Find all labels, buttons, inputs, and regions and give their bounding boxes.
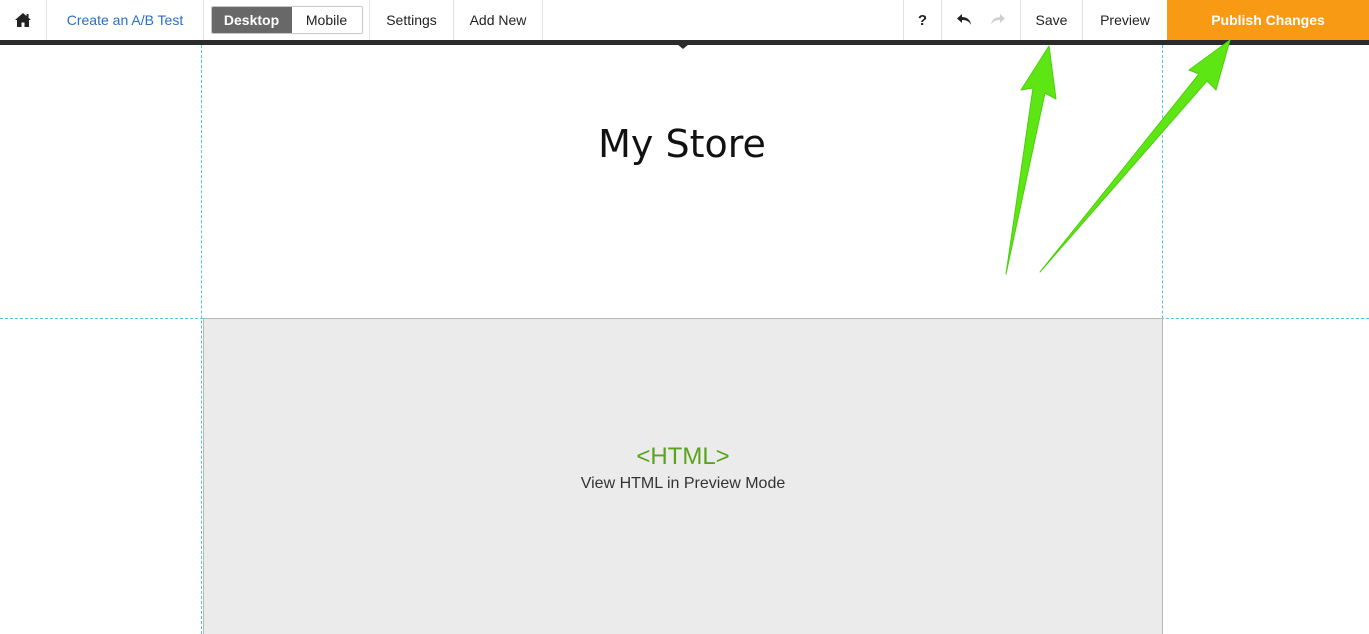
html-block[interactable]: <HTML> View HTML in Preview Mode <box>203 318 1163 634</box>
device-toggle-group: Desktop Mobile <box>204 0 370 40</box>
undo-redo-group <box>942 0 1021 40</box>
preview-label: Preview <box>1100 12 1150 28</box>
undo-icon <box>957 14 971 25</box>
html-block-caption: View HTML in Preview Mode <box>580 475 786 492</box>
desktop-toggle-label: Desktop <box>223 12 280 28</box>
toolbar-notch-indicator <box>677 44 689 49</box>
store-title[interactable]: My Store <box>202 122 1162 166</box>
toolbar-left-group: Create an A/B Test Desktop Mobile Settin… <box>0 0 543 40</box>
home-icon <box>15 13 31 27</box>
add-new-label: Add New <box>469 12 527 28</box>
device-toggle: Desktop Mobile <box>210 6 363 34</box>
save-label: Save <box>1035 12 1068 28</box>
mobile-toggle-button[interactable]: Mobile <box>291 7 362 33</box>
create-ab-test-link[interactable]: Create an A/B Test <box>47 0 204 40</box>
help-label: ? <box>917 11 928 29</box>
redo-button[interactable] <box>988 13 1006 27</box>
mobile-toggle-label: Mobile <box>305 12 348 28</box>
add-new-button[interactable]: Add New <box>454 0 543 40</box>
publish-changes-button[interactable]: Publish Changes <box>1167 0 1369 40</box>
publish-changes-label: Publish Changes <box>1211 12 1325 28</box>
toolbar-right-group: ? Save Preview Publish Changes <box>903 0 1369 40</box>
html-block-tag: <HTML> <box>636 443 730 470</box>
settings-button[interactable]: Settings <box>370 0 454 40</box>
editor-toolbar: Create an A/B Test Desktop Mobile Settin… <box>0 0 1369 40</box>
redo-icon <box>991 14 1005 25</box>
desktop-toggle-button[interactable]: Desktop <box>211 7 292 33</box>
preview-button[interactable]: Preview <box>1083 0 1167 40</box>
page: Create an A/B Test Desktop Mobile Settin… <box>0 0 1369 634</box>
home-button[interactable] <box>0 0 47 40</box>
create-ab-test-label: Create an A/B Test <box>66 12 184 28</box>
settings-label: Settings <box>386 12 437 28</box>
undo-button[interactable] <box>956 13 974 27</box>
help-button[interactable]: ? <box>903 0 942 40</box>
save-button[interactable]: Save <box>1021 0 1083 40</box>
